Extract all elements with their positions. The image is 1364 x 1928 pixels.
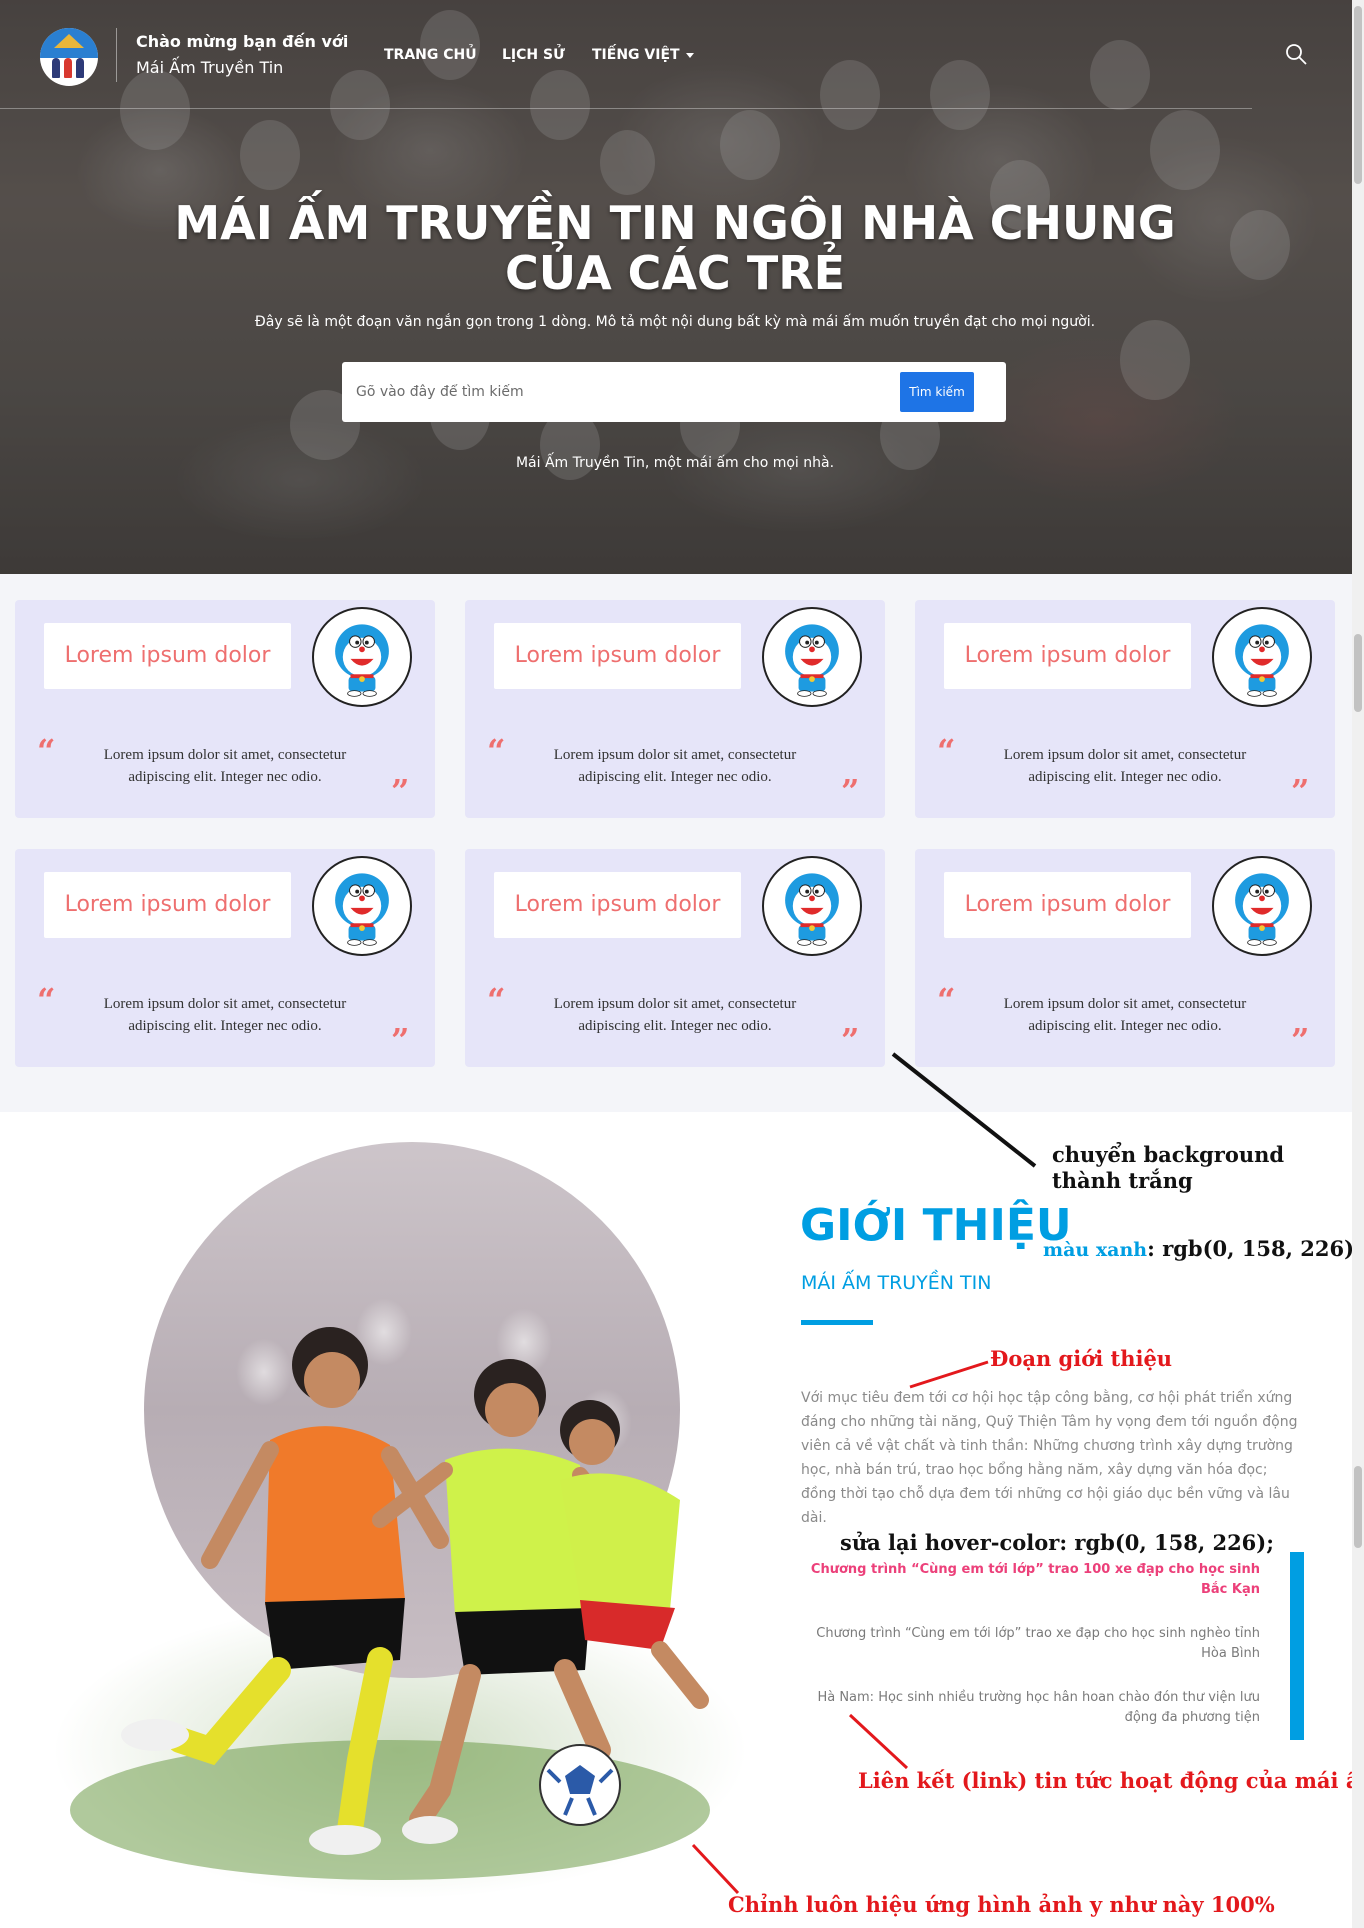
card-title: Lorem ipsum dolor xyxy=(494,623,741,689)
about-subtitle: MÁI ẤM TRUYỀN TIN xyxy=(801,1272,992,1294)
feature-card[interactable]: Lorem ipsum dolor “ Lorem ipsum dolor sit … xyxy=(465,600,885,818)
top-navbar: Chào mừng bạn đến với Mái Ấm Truyền Tin … xyxy=(0,0,1352,110)
card-body: Lorem ipsum dolor sit amet, consectetur … xyxy=(103,747,347,785)
hero-title: MÁI ẤM TRUYỀN TIN NGÔI NHÀ CHUNG CỦA CÁC… xyxy=(174,196,1176,300)
annotation-link: Liên kết (link) tin tức hoạt động của má… xyxy=(858,1768,1364,1793)
quote-open-icon: “ xyxy=(37,981,56,1019)
feature-card[interactable]: Lorem ipsum dolor “ Lorem ipsum dolor sit … xyxy=(465,849,885,1067)
doraemon-avatar-icon xyxy=(312,856,412,956)
card-body: Lorem ipsum dolor sit amet, consectetur … xyxy=(103,996,347,1034)
search-button[interactable]: Tìm kiếm xyxy=(900,372,974,412)
card-title: Lorem ipsum dolor xyxy=(44,623,291,689)
chevron-down-icon xyxy=(685,52,694,58)
scrollbar-thumb-lower[interactable] xyxy=(1354,1466,1362,1548)
nav-language-label: TIẾNG VIỆT xyxy=(592,47,680,63)
card-body: Lorem ipsum dolor sit amet, consectetur … xyxy=(1003,996,1247,1034)
card-title: Lorem ipsum dolor xyxy=(494,872,741,938)
nav-trang-chu[interactable]: TRANG CHỦ xyxy=(384,47,477,63)
quote-open-icon: “ xyxy=(37,732,56,770)
brand-welcome: Chào mừng bạn đến với xyxy=(136,32,349,51)
card-body: Lorem ipsum dolor sit amet, consectetur … xyxy=(553,747,797,785)
quote-close-icon: ” xyxy=(841,772,860,810)
news-link-1[interactable]: Chương trình “Cùng em tới lớp” trao 100 … xyxy=(800,1560,1260,1600)
quote-close-icon: ” xyxy=(391,1021,410,1059)
brand-name: Mái Ấm Truyền Tin xyxy=(136,58,284,77)
about-title: GIỚI THIỆU xyxy=(800,1200,1072,1251)
quote-close-icon: ” xyxy=(391,772,410,810)
quote-open-icon: “ xyxy=(487,981,506,1019)
feature-card[interactable]: Lorem ipsum dolor “ Lorem ipsum dolor sit … xyxy=(915,849,1335,1067)
navbar-divider xyxy=(0,108,1252,109)
about-paragraph: Với mục tiêu đem tới cơ hội học tập công… xyxy=(801,1390,1298,1526)
page-scrollbar[interactable] xyxy=(1352,0,1364,1928)
card-title: Lorem ipsum dolor xyxy=(944,623,1191,689)
doraemon-avatar-icon xyxy=(312,607,412,707)
hero-search-form: Tìm kiếm xyxy=(342,362,1006,422)
hero-tagline: Mái Ấm Truyền Tin, một mái ấm cho mọi nh… xyxy=(515,455,835,471)
scrollbar-thumb-upper[interactable] xyxy=(1354,6,1362,184)
doraemon-avatar-icon xyxy=(762,607,862,707)
nav-language[interactable]: TIẾNG VIỆT xyxy=(592,47,694,63)
card-title: Lorem ipsum dolor xyxy=(944,872,1191,938)
card-body: Lorem ipsum dolor sit amet, consectetur … xyxy=(1003,747,1247,785)
search-icon[interactable] xyxy=(1284,42,1308,66)
news-link-3[interactable]: Hà Nam: Học sinh nhiều trường học hân ho… xyxy=(800,1688,1260,1728)
quote-close-icon: ” xyxy=(1291,1021,1310,1059)
quote-open-icon: “ xyxy=(487,732,506,770)
annotation-color: màu xanh: rgb(0, 158, 226); xyxy=(1043,1236,1362,1261)
card-title: Lorem ipsum dolor xyxy=(44,872,291,938)
site-logo[interactable] xyxy=(40,28,98,86)
news-link-2[interactable]: Chương trình “Cùng em tới lớp” trao xe đ… xyxy=(800,1624,1260,1664)
brand-divider xyxy=(116,28,117,82)
quote-open-icon: “ xyxy=(937,981,956,1019)
annotation-hover: sửa lại hover-color: rgb(0, 158, 226); xyxy=(840,1530,1274,1555)
annotation-intro: Đoạn giới thiệu xyxy=(990,1346,1173,1371)
annotation-background: chuyển background thành trắng xyxy=(1052,1142,1285,1193)
quote-open-icon: “ xyxy=(937,732,956,770)
search-input[interactable] xyxy=(356,376,856,408)
news-accent-bar xyxy=(1290,1552,1304,1740)
doraemon-avatar-icon xyxy=(1212,607,1312,707)
scrollbar-thumb-middle[interactable] xyxy=(1354,634,1362,712)
quote-close-icon: ” xyxy=(841,1021,860,1059)
feature-card[interactable]: Lorem ipsum dolor “ Lorem ipsum dolor sit … xyxy=(15,600,435,818)
football-kids-photo xyxy=(70,1327,710,1880)
doraemon-avatar-icon xyxy=(762,856,862,956)
nav-lich-su[interactable]: LỊCH SỬ xyxy=(502,47,565,63)
about-underline xyxy=(801,1320,873,1325)
annotation-image: Chỉnh luôn hiệu ứng hình ảnh y như này 1… xyxy=(728,1892,1275,1917)
quote-close-icon: ” xyxy=(1291,772,1310,810)
doraemon-avatar-icon xyxy=(1212,856,1312,956)
card-body: Lorem ipsum dolor sit amet, consectetur … xyxy=(553,996,797,1034)
hero-subtitle: Đây sẽ là một đoạn văn ngắn gọn trong 1 … xyxy=(254,314,1096,330)
feature-card[interactable]: Lorem ipsum dolor “ Lorem ipsum dolor sit … xyxy=(15,849,435,1067)
feature-card[interactable]: Lorem ipsum dolor “ Lorem ipsum dolor sit … xyxy=(915,600,1335,818)
